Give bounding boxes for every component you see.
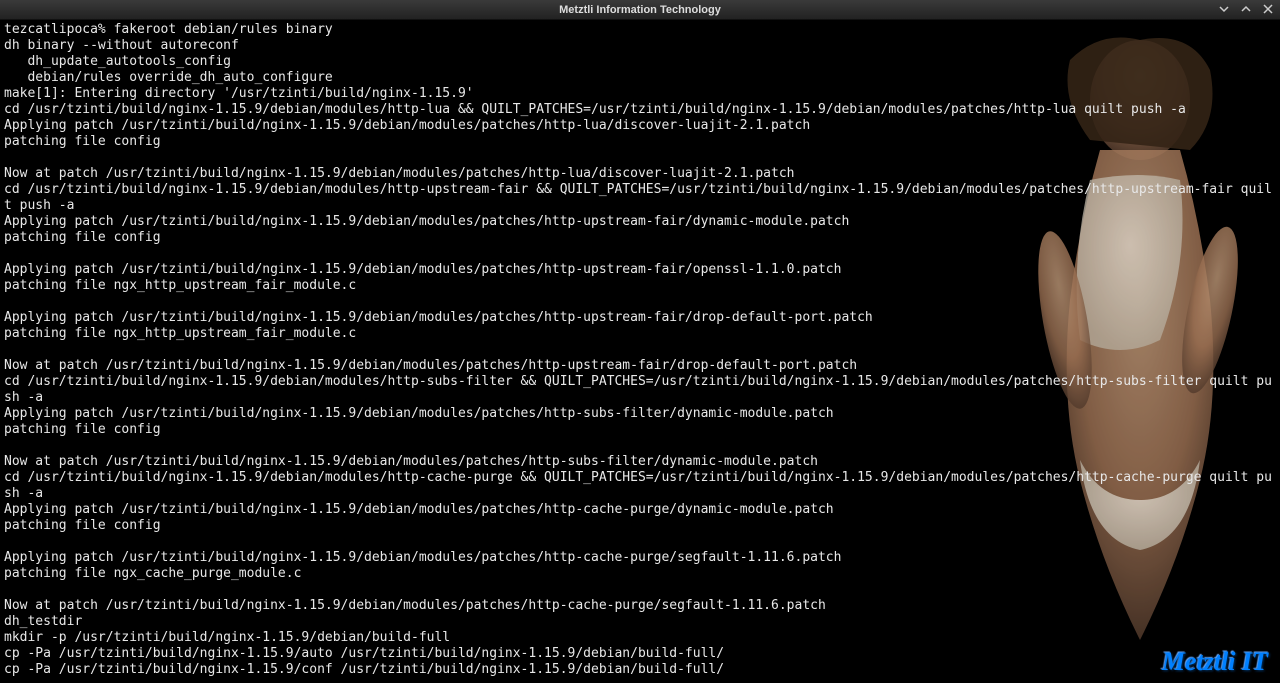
minimize-button[interactable] — [1216, 2, 1232, 16]
window-controls — [1216, 2, 1276, 16]
terminal[interactable]: tezcatlipoca% fakeroot debian/rules bina… — [0, 20, 1280, 683]
titlebar: Metztli Information Technology — [0, 0, 1280, 20]
maximize-button[interactable] — [1238, 2, 1254, 16]
terminal-output: tezcatlipoca% fakeroot debian/rules bina… — [4, 22, 1276, 678]
close-button[interactable] — [1260, 2, 1276, 16]
window-title: Metztli Information Technology — [559, 4, 721, 16]
